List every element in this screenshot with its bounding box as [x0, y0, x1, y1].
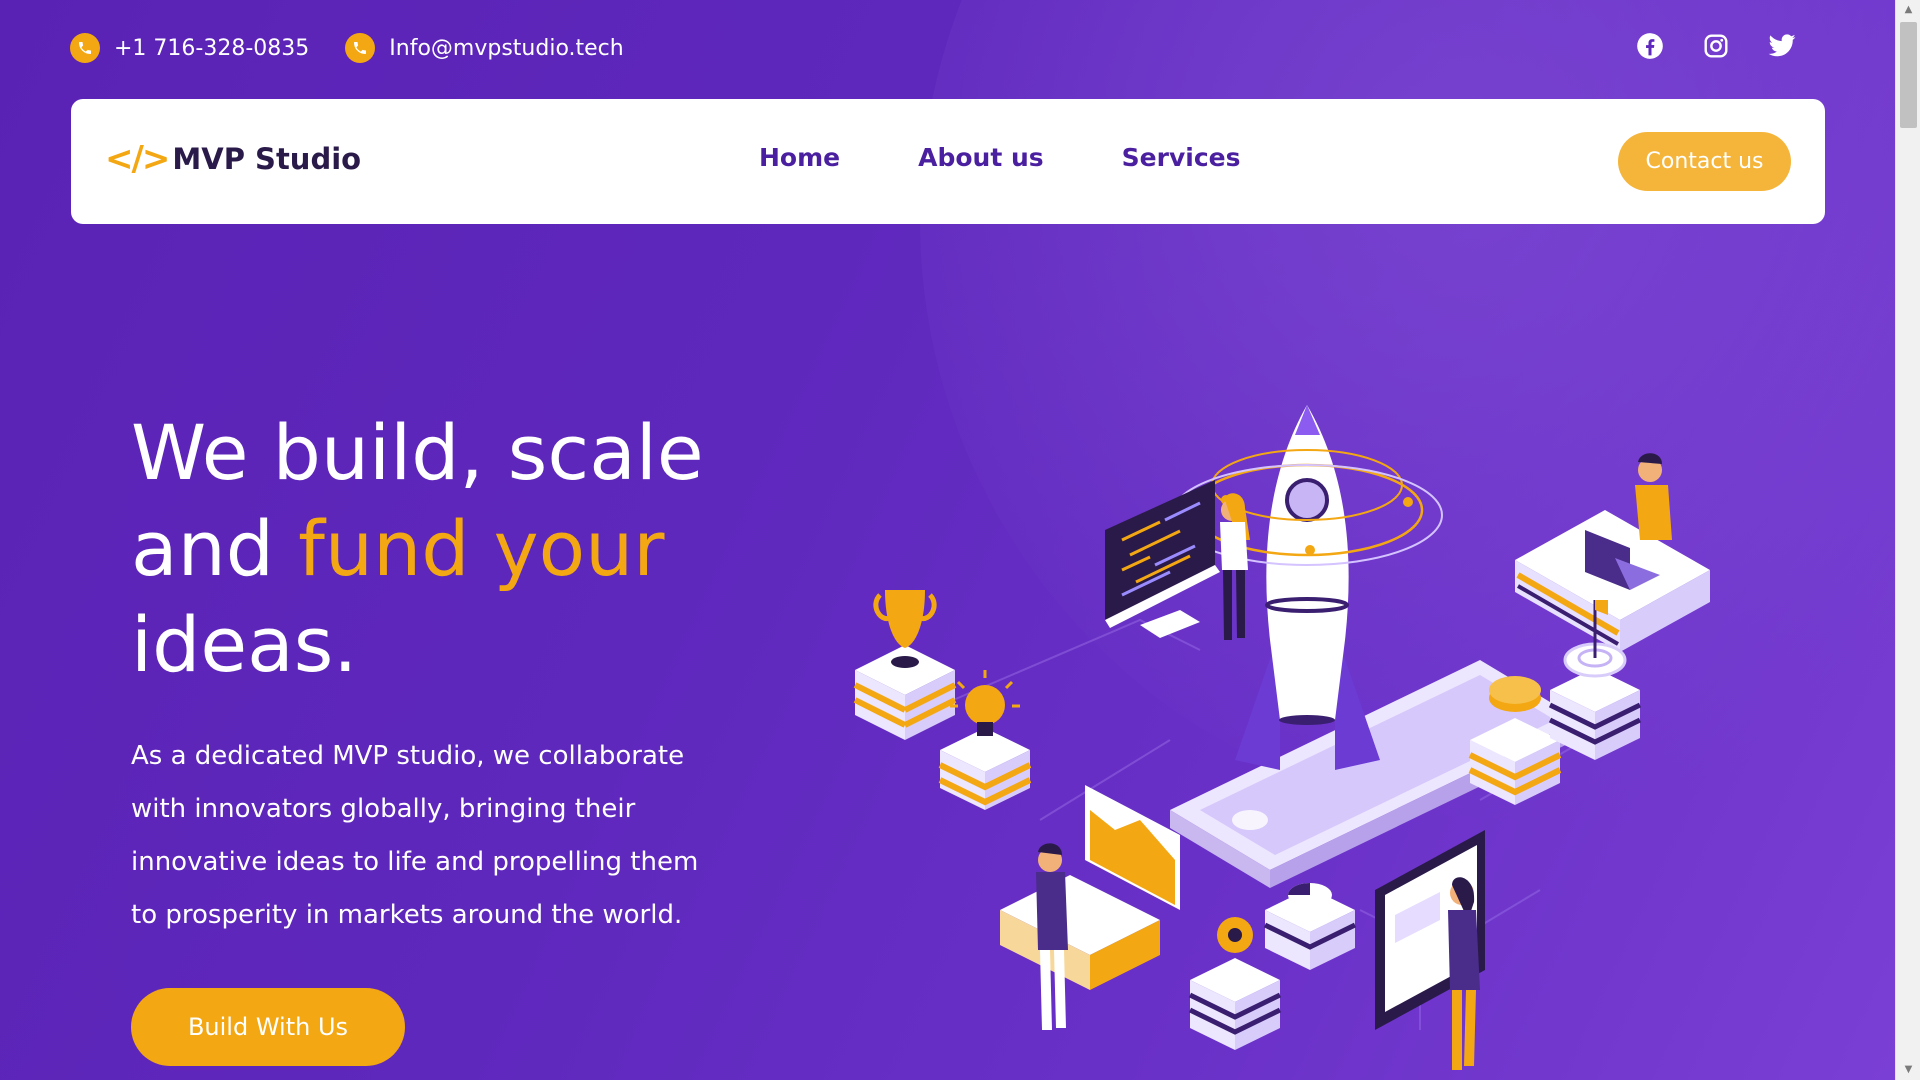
phone-icon: [345, 33, 376, 63]
logo-mark: </>: [105, 139, 170, 179]
hero-title-line1: We build, scale: [131, 408, 704, 497]
logo-text: MVP Studio: [172, 142, 362, 176]
email-contact[interactable]: Info@mvpstudio.tech: [345, 33, 624, 63]
startup-illustration: [853, 405, 1710, 1070]
hero-title: We build, scale and fund your ideas.: [131, 405, 751, 693]
vertical-scrollbar[interactable]: ▲ ▼: [1895, 0, 1920, 1080]
navbar: </> MVP Studio Home About us Services Co…: [71, 99, 1825, 224]
facebook-icon[interactable]: [1632, 28, 1668, 64]
twitter-icon[interactable]: [1764, 28, 1800, 64]
top-contact-bar: +1 716-328-0835 Info@mvpstudio.tech: [70, 28, 660, 68]
hero-title-line2: and: [131, 504, 299, 593]
nav-link-services[interactable]: Services: [1122, 143, 1241, 172]
scroll-down-icon[interactable]: ▼: [1896, 1060, 1920, 1080]
email-address: Info@mvpstudio.tech: [389, 35, 624, 61]
page: +1 716-328-0835 Info@mvpstudio.tech </> …: [0, 0, 1895, 1080]
logo[interactable]: </> MVP Studio: [105, 139, 361, 179]
phone-number: +1 716-328-0835: [114, 35, 310, 61]
social-links: [1602, 28, 1800, 64]
nav-link-home[interactable]: Home: [759, 143, 840, 172]
nav-links: Home About us Services: [759, 143, 1318, 172]
phone-contact[interactable]: +1 716-328-0835: [70, 33, 309, 63]
phone-icon: [70, 33, 100, 63]
scrollbar-thumb[interactable]: [1900, 22, 1917, 128]
hero-title-line3: ideas.: [131, 600, 358, 689]
instagram-icon[interactable]: [1698, 28, 1734, 64]
chart-board: [1000, 785, 1180, 1030]
contact-us-button[interactable]: Contact us: [1618, 132, 1791, 191]
laptop-desk: [1515, 453, 1710, 652]
code-monitor: [1105, 480, 1250, 640]
hero-description: As a dedicated MVP studio, we collaborat…: [131, 741, 699, 930]
scroll-up-icon[interactable]: ▲: [1896, 0, 1920, 20]
build-with-us-button[interactable]: Build With Us: [131, 988, 405, 1066]
hero-title-accent: fund your: [298, 504, 665, 593]
nav-link-about-us[interactable]: About us: [918, 143, 1044, 172]
trophy-pedestal: [853, 590, 957, 740]
tablet-screen: [1375, 830, 1485, 1070]
pie-chart-pedestal: [1263, 883, 1357, 970]
